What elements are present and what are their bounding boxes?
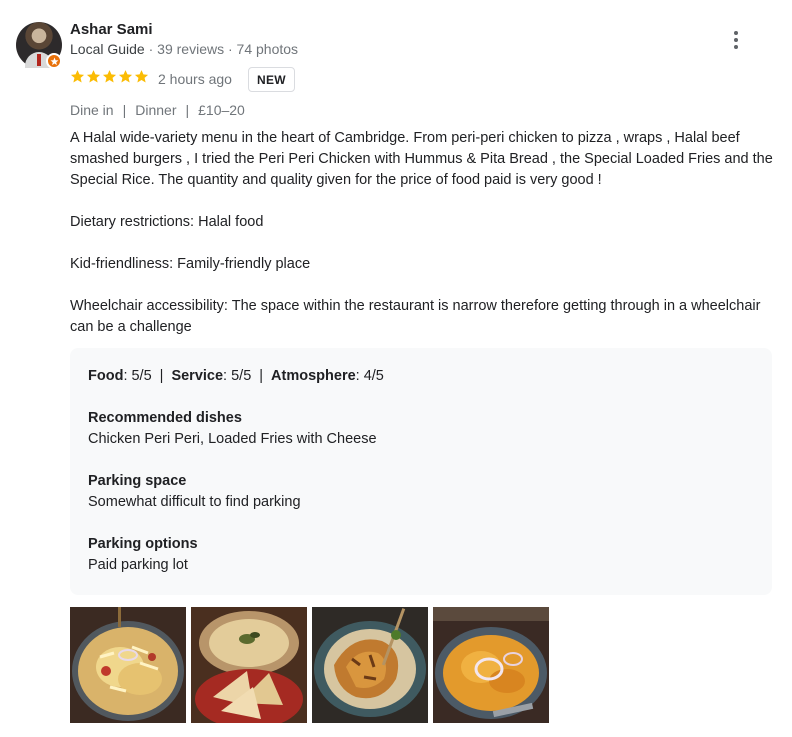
- meta-separator: ·: [224, 41, 237, 57]
- local-guide-label: Local Guide: [70, 41, 145, 57]
- review-photo-1[interactable]: [70, 607, 186, 723]
- tag-service: Dine in: [70, 102, 114, 118]
- review-card: Ashar Sami Local Guide · 39 reviews · 74…: [0, 0, 792, 737]
- parking-options-label: Parking options: [88, 536, 198, 552]
- review-photo-2[interactable]: [191, 607, 307, 723]
- review-photo-3[interactable]: [312, 607, 428, 723]
- food-rating-label: Food: [88, 368, 124, 384]
- reviewer-meta: Local Guide · 39 reviews · 74 photos: [70, 41, 298, 57]
- review-attributes: Food: 5/5 | Service: 5/5 | Atmosphere: 4/5 R…: [70, 348, 772, 595]
- star-icon: [134, 70, 149, 83]
- new-badge: NEW: [248, 67, 295, 92]
- star-icon: [86, 70, 101, 83]
- hummus-pita-photo-icon: [191, 607, 307, 723]
- review-count: 39 reviews: [157, 41, 225, 57]
- meta-separator: ·: [144, 41, 158, 57]
- star-icon: [70, 70, 85, 83]
- photo-count: 74 photos: [236, 41, 299, 57]
- parking-options-value: Paid parking lot: [88, 557, 188, 573]
- review-text: A Halal wide-variety menu in the heart o…: [70, 130, 773, 188]
- review-time: 2 hours ago: [158, 71, 232, 87]
- kid-friendliness: Kid-friendliness: Family-friendly place: [70, 256, 311, 272]
- recommended-dishes-value: Chicken Peri Peri, Loaded Fries with Che…: [88, 431, 377, 447]
- more-options-icon[interactable]: [724, 28, 748, 52]
- dietary-restrictions: Dietary restrictions: Halal food: [70, 214, 264, 230]
- visit-tags: Dine in | Dinner | £10–20: [70, 102, 245, 118]
- parking-space-label: Parking space: [88, 473, 187, 489]
- tag-price: £10–20: [198, 102, 245, 118]
- loaded-fries-photo-icon: [70, 607, 186, 723]
- sub-ratings: Food: 5/5 | Service: 5/5 | Atmosphere: 4/5: [88, 368, 384, 384]
- atmosphere-rating-label: Atmosphere: [271, 368, 356, 384]
- review-photo-4[interactable]: [433, 607, 549, 723]
- star-icon: [102, 70, 117, 83]
- service-rating-value: : 5/5: [223, 368, 252, 384]
- star-icon: [118, 70, 133, 83]
- local-guide-badge-icon: [46, 53, 62, 69]
- tag-meal: Dinner: [135, 102, 177, 118]
- reviewer-name[interactable]: Ashar Sami: [70, 21, 153, 38]
- recommended-dishes-label: Recommended dishes: [88, 410, 242, 426]
- food-rating-value: : 5/5: [123, 368, 152, 384]
- atmosphere-rating-value: : 4/5: [355, 368, 384, 384]
- wheelchair-accessibility: Wheelchair accessibility: The space with…: [70, 298, 761, 335]
- avatar-tie: [37, 54, 41, 66]
- star-rating: [70, 69, 149, 84]
- review-photos: [70, 607, 549, 723]
- parking-space-value: Somewhat difficult to find parking: [88, 494, 301, 510]
- avatar[interactable]: [16, 22, 62, 69]
- special-rice-photo-icon: [433, 607, 549, 723]
- service-rating-label: Service: [171, 368, 224, 384]
- peri-peri-chicken-photo-icon: [312, 607, 428, 723]
